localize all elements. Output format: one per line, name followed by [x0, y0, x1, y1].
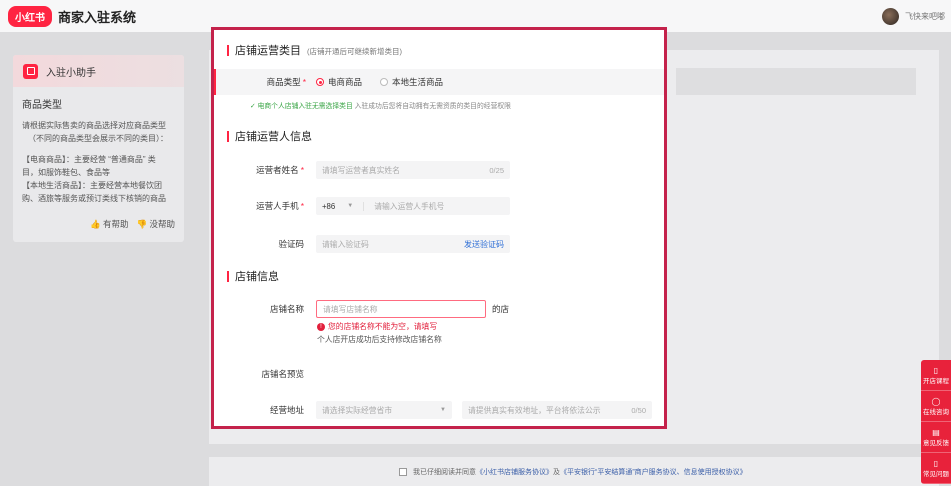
- bank-agreement-link[interactable]: 《平安银行“平安结算通”商户服务协议、信息使用授权协议》: [560, 467, 747, 477]
- input-placeholder: 请提供真实有效地址，平台将依法公示: [468, 405, 601, 415]
- char-counter: 0/25: [489, 165, 504, 175]
- chevron-down-icon: ▼: [347, 203, 354, 209]
- operator-phone-label: 运营人手机 *: [256, 201, 304, 211]
- helper-section-title: 商品类型: [22, 100, 62, 111]
- province-city-select[interactable]: 请选择实际经营省市 ▼: [316, 401, 452, 419]
- section-marker: [227, 44, 229, 56]
- user-menu[interactable]: 飞快来吧嘟: [882, 8, 945, 25]
- user-name[interactable]: 飞快来吧嘟: [905, 11, 945, 22]
- helper-line: （不同的商品类型会展示不同的类目）：: [28, 134, 168, 143]
- tool-label: 常见问题: [923, 470, 949, 478]
- chat-icon: ◯: [931, 396, 941, 406]
- verification-code-row: 验证码 请输入验证码 发送验证码: [214, 235, 664, 253]
- operator-name-row: 运营者姓名 * 请填写运营者真实姓名 0/25: [214, 161, 664, 179]
- input-placeholder: 请输入验证码: [322, 239, 369, 249]
- assistant-icon: [23, 63, 38, 79]
- helper-line: 【电商商品】：主要经营 “普通商品” 类: [22, 155, 156, 164]
- radio-label: 本地生活商品: [392, 77, 444, 87]
- tool-chat[interactable]: ◯ 在线咨询: [921, 391, 951, 422]
- section-note: (店铺开通后可继续新增类目): [307, 47, 402, 56]
- store-name-label: 店铺名称: [269, 304, 304, 314]
- agreement-bar: 我已仔细阅读并同意 《小红书店铺服务协议》 及 《平安银行“平安结算通”商户服务…: [209, 457, 939, 486]
- char-counter: 0/50: [631, 405, 646, 415]
- helper-line: 购、酒旅等服务或预订类线下核销的商品: [22, 194, 166, 203]
- category-hint: ✓ 电商个人店铺入驻无需选择类目 入驻成功后您将自动拥有无需资质的类目的经营权限: [250, 100, 511, 110]
- tool-course[interactable]: ▯ 开店课程: [921, 360, 951, 391]
- operator-name-input[interactable]: 请填写运营者真实姓名 0/25: [316, 161, 510, 179]
- agreement-checkbox[interactable]: [399, 467, 407, 476]
- radio-indicator[interactable]: [316, 78, 324, 86]
- address-label: 经营地址: [269, 405, 304, 415]
- operator-phone-row: 运营人手机 * +86 ▼ 请输入运营人手机号: [214, 197, 664, 215]
- check-icon: ✓: [250, 103, 256, 110]
- send-code-button[interactable]: 发送验证码: [464, 239, 504, 250]
- radio-label: 电商商品: [328, 77, 363, 87]
- address-input[interactable]: 请提供真实有效地址，平台将依法公示 0/50: [462, 401, 652, 419]
- brand-logo[interactable]: 小红书: [8, 5, 52, 27]
- store-name-row: 店铺名称 请填写店铺名称 的店: [214, 300, 664, 318]
- verification-code-label: 验证码: [278, 239, 304, 249]
- hint-success: 电商个人店铺入驻无需选择类目: [257, 103, 353, 110]
- helper-card: 入驻小助手 商品类型 请根据实际售卖的商品选择对应商品类型 （不同的商品类型会展…: [13, 55, 184, 242]
- input-placeholder: 请输入运营人手机号: [374, 201, 445, 211]
- floating-toolbar: ▯ 开店课程 ◯ 在线咨询 ▤ 意见反馈 ▯ 常见问题: [921, 360, 951, 484]
- radio-ecommerce[interactable]: 电商商品: [316, 76, 362, 88]
- helper-body: 商品类型 请根据实际售卖的商品选择对应商品类型 （不同的商品类型会展示不同的类目…: [13, 87, 184, 205]
- verification-code-input[interactable]: 请输入验证码 发送验证码: [316, 235, 510, 253]
- system-title: 商家入驻系统: [58, 9, 137, 25]
- chevron-down-icon: ▼: [440, 407, 446, 413]
- store-settings-modal: 店铺运营类目 (店铺开通后可继续新增类目) 商品类型 * 电商商品 本地生活商品 …: [211, 27, 667, 429]
- agreement-and: 及: [553, 468, 560, 476]
- section-category: 店铺运营类目 (店铺开通后可继续新增类目): [227, 42, 402, 58]
- section-marker: [227, 130, 229, 142]
- error-icon: !: [317, 322, 325, 331]
- agreement-prefix: 我已仔细阅读并同意: [413, 468, 476, 476]
- section-store: 店铺信息: [227, 268, 279, 284]
- input-placeholder: 请填写店铺名称: [323, 304, 378, 314]
- input-placeholder: 请填写运营者真实姓名: [322, 165, 400, 175]
- useless-button[interactable]: 👎 没帮助: [137, 218, 175, 230]
- tool-label: 在线咨询: [923, 408, 949, 416]
- select-placeholder: 请选择实际经营省市: [322, 405, 393, 415]
- store-name-input[interactable]: 请填写店铺名称: [316, 300, 486, 318]
- helper-title: 入驻小助手: [46, 67, 96, 79]
- helper-line: 请根据实际售卖的商品选择对应商品类型: [22, 121, 166, 130]
- tool-label: 意见反馈: [923, 439, 949, 447]
- section-title: 店铺运营类目: [235, 45, 301, 57]
- section-operator: 店铺运营人信息: [227, 128, 312, 144]
- store-name-error: ! 您的店铺名称不能为空，请填写: [317, 321, 437, 332]
- helper-line: 【本地生活商品】：主要经营本地餐饮团: [22, 181, 162, 190]
- category-label: 商品类型 *: [266, 77, 306, 87]
- store-name-tip: 个人店开店成功后支持修改店铺名称: [317, 335, 442, 344]
- faq-icon: ▯: [933, 458, 939, 468]
- book-icon: ▯: [933, 365, 939, 375]
- radio-indicator[interactable]: [380, 78, 389, 86]
- helper-line: [22, 145, 175, 153]
- operator-name-label: 运营者姓名 *: [256, 165, 304, 175]
- background-strip: [676, 68, 916, 95]
- operator-phone-input[interactable]: +86 ▼ 请输入运营人手机号: [316, 197, 510, 215]
- tool-faq[interactable]: ▯ 常见问题: [921, 453, 951, 484]
- tool-label: 开店课程: [923, 377, 949, 385]
- useful-button[interactable]: 👍 有帮助: [90, 218, 128, 230]
- store-name-suffix: 的店: [492, 304, 510, 314]
- helper-line: 目，如服饰鞋包、食品等: [22, 168, 110, 177]
- section-title: 店铺信息: [235, 271, 279, 283]
- address-row: 经营地址 请选择实际经营省市 ▼ 请提供真实有效地址，平台将依法公示 0/50: [214, 401, 664, 419]
- store-name-preview-label: 店铺名预览: [261, 369, 304, 379]
- radio-local-life[interactable]: 本地生活商品: [380, 76, 443, 88]
- store-service-agreement-link[interactable]: 《小红书店铺服务协议》: [476, 467, 553, 477]
- helper-feedback: 👍 有帮助 👎 没帮助: [90, 218, 175, 230]
- category-row: 商品类型 * 电商商品 本地生活商品: [214, 69, 664, 95]
- country-code-select[interactable]: +86 ▼: [322, 201, 365, 211]
- avatar[interactable]: [882, 8, 899, 25]
- section-marker: [227, 270, 229, 282]
- helper-header: 入驻小助手: [13, 55, 184, 87]
- tool-feedback[interactable]: ▤ 意见反馈: [921, 422, 951, 453]
- feedback-icon: ▤: [932, 427, 940, 437]
- hint-text: 入驻成功后您将自动拥有无需资质的类目的经营权限: [354, 103, 511, 110]
- section-title: 店铺运营人信息: [235, 131, 312, 143]
